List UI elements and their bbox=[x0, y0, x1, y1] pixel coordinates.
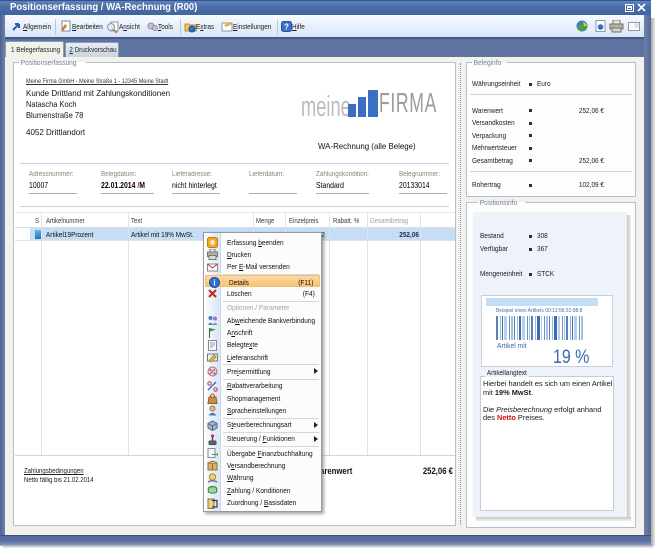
svg-text:i: i bbox=[213, 279, 215, 288]
svg-text:?: ? bbox=[284, 23, 289, 32]
